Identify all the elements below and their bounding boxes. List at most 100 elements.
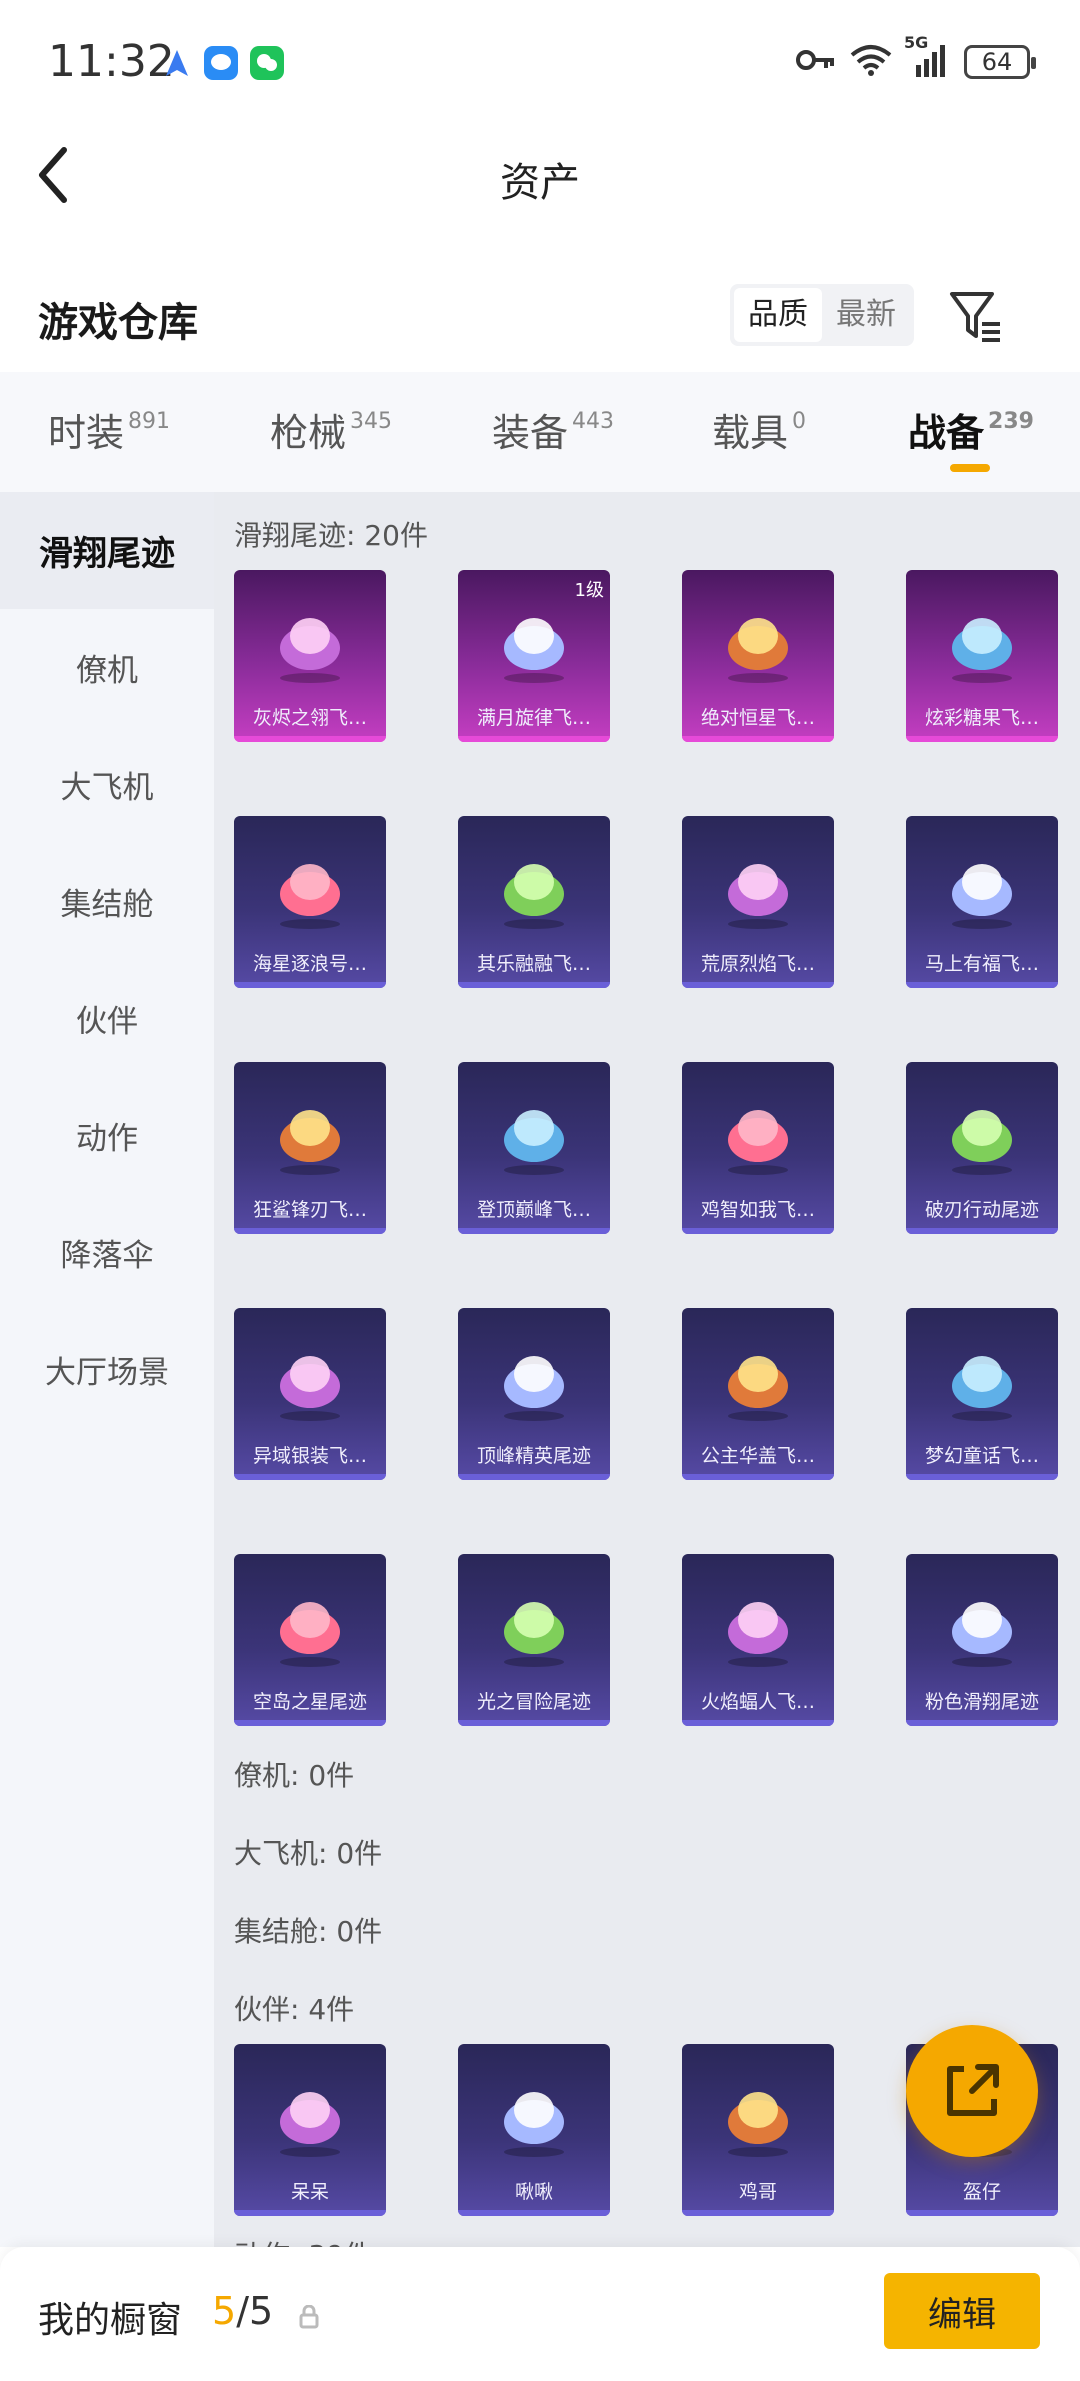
sidebar-item-big-plane[interactable]: 大飞机 — [0, 726, 214, 843]
rarity-bar — [906, 1474, 1058, 1480]
tab-label: 枪械 — [270, 411, 347, 455]
showcase-total: 5 — [249, 2289, 274, 2333]
glide-trail-item-card[interactable]: 荒原烈焰飞… — [682, 816, 834, 988]
item-name: 满月旋律飞… — [476, 707, 591, 729]
glide-trail-item-card[interactable]: 海星逐浪号… — [234, 816, 386, 988]
warehouse-title: 游戏仓库 — [38, 300, 198, 346]
warehouse-header: 游戏仓库 品质 最新 — [0, 270, 1080, 370]
item-thumbnail — [932, 1572, 1032, 1672]
rarity-bar — [458, 1720, 610, 1726]
partner-item-card[interactable]: 呆呆 — [234, 2044, 386, 2216]
rarity-bar — [458, 982, 610, 988]
item-thumbnail — [260, 834, 360, 934]
rarity-bar — [682, 1720, 834, 1726]
rarity-bar — [906, 1720, 1058, 1726]
item-thumbnail — [484, 588, 584, 688]
glide-trail-item-card[interactable]: 空岛之星尾迹 — [234, 1554, 386, 1726]
network-type: 5G — [904, 33, 929, 52]
partner-item-card[interactable]: 鸡哥 — [682, 2044, 834, 2216]
rarity-bar — [906, 2210, 1058, 2216]
glide-trail-item-card[interactable]: 灰烬之翎飞… — [234, 570, 386, 742]
sidebar-item-glide-trail[interactable]: 滑翔尾迹 — [0, 492, 214, 609]
rarity-bar — [234, 1474, 386, 1480]
glide-trail-item-card[interactable]: 登顶巅峰飞… — [458, 1062, 610, 1234]
section-label-wingman: 僚机: 0件 — [234, 1759, 355, 1792]
edit-button[interactable]: 编辑 — [884, 2273, 1040, 2349]
sidebar-item-parachute[interactable]: 降落伞 — [0, 1194, 214, 1311]
sidebar-item-rally-pod[interactable]: 集结舱 — [0, 843, 214, 960]
sort-newest-button[interactable]: 最新 — [822, 288, 910, 342]
filter-button[interactable] — [948, 288, 1004, 346]
section-label-glide-trail: 滑翔尾迹: 20件 — [234, 519, 428, 552]
item-name: 粉色滑翔尾迹 — [924, 1691, 1039, 1713]
tab-battle-gear[interactable]: 战备 239 — [908, 402, 1034, 457]
navigation-app-icon — [160, 46, 194, 80]
item-name: 啾啾 — [514, 2181, 553, 2203]
rarity-bar — [234, 736, 386, 742]
tab-label: 战备 — [908, 411, 985, 455]
status-time: 11:32 — [48, 36, 175, 87]
glide-trail-item-card[interactable]: 破刃行动尾迹 — [906, 1062, 1058, 1234]
glide-trail-item-card[interactable]: 公主华盖飞… — [682, 1308, 834, 1480]
rarity-bar — [682, 2210, 834, 2216]
glide-trail-item-card[interactable]: 绝对恒星飞… — [682, 570, 834, 742]
sidebar-item-action[interactable]: 动作 — [0, 1077, 214, 1194]
status-bar: 11:32 5G 64 — [0, 0, 1080, 120]
sidebar-item-partner[interactable]: 伙伴 — [0, 960, 214, 1077]
glide-trail-item-card[interactable]: 狂鲨锋刃飞… — [234, 1062, 386, 1234]
level-badge: 1级 — [574, 580, 604, 601]
item-thumbnail — [932, 1326, 1032, 1426]
rarity-bar — [234, 982, 386, 988]
item-name: 马上有福飞… — [924, 953, 1039, 975]
message-app-icon — [204, 46, 238, 80]
sort-quality-button[interactable]: 品质 — [734, 288, 822, 342]
sidebar-item-wingman[interactable]: 僚机 — [0, 609, 214, 726]
rarity-bar — [234, 1720, 386, 1726]
rarity-bar — [682, 982, 834, 988]
page-title: 资产 — [500, 160, 580, 206]
share-fab-button[interactable] — [906, 2025, 1038, 2157]
sidebar-item-lobby-scene[interactable]: 大厅场景 — [0, 1311, 214, 1428]
item-thumbnail — [932, 1080, 1032, 1180]
tab-equipment[interactable]: 装备 443 — [492, 402, 614, 457]
glide-trail-item-card[interactable]: 顶峰精英尾迹 — [458, 1308, 610, 1480]
glide-trail-item-card[interactable]: 鸡智如我飞… — [682, 1062, 834, 1234]
showcase-separator: / — [236, 2289, 249, 2333]
tab-label: 时装 — [48, 411, 125, 455]
rarity-bar — [906, 982, 1058, 988]
item-name: 空岛之星尾迹 — [252, 1691, 367, 1713]
glide-trail-item-card[interactable]: 炫彩糖果飞… — [906, 570, 1058, 742]
glide-trail-item-card[interactable]: 其乐融融飞… — [458, 816, 610, 988]
glide-trail-item-card[interactable]: 异域银装飞… — [234, 1308, 386, 1480]
item-name: 灰烬之翎飞… — [252, 707, 367, 729]
item-thumbnail — [708, 1326, 808, 1426]
item-name: 公主华盖飞… — [700, 1445, 815, 1467]
tab-guns[interactable]: 枪械 345 — [270, 402, 392, 457]
showcase-label: 我的橱窗 — [38, 2300, 183, 2341]
tab-count: 239 — [988, 409, 1034, 434]
partner-item-card[interactable]: 啾啾 — [458, 2044, 610, 2216]
tab-vehicles[interactable]: 载具 0 — [712, 402, 806, 457]
rarity-bar — [682, 1474, 834, 1480]
item-name: 狂鲨锋刃飞… — [252, 1199, 367, 1221]
item-name: 鸡智如我飞… — [700, 1199, 815, 1221]
glide-trail-item-card[interactable]: 光之冒险尾迹 — [458, 1554, 610, 1726]
item-thumbnail — [708, 834, 808, 934]
showcase-count: 5/5 — [212, 2289, 273, 2333]
item-thumbnail — [708, 588, 808, 688]
glide-trail-item-card[interactable]: 1级满月旋律飞… — [458, 570, 610, 742]
tab-fashion[interactable]: 时装 891 — [48, 402, 170, 457]
glide-trail-item-card[interactable]: 马上有福飞… — [906, 816, 1058, 988]
glide-trail-item-card[interactable]: 火焰蝠人飞… — [682, 1554, 834, 1726]
glide-trail-item-card[interactable]: 粉色滑翔尾迹 — [906, 1554, 1058, 1726]
wifi-icon — [850, 43, 892, 81]
item-name: 梦幻童话飞… — [924, 1445, 1039, 1467]
glide-trail-item-card[interactable]: 梦幻童话飞… — [906, 1308, 1058, 1480]
item-thumbnail — [260, 2062, 360, 2162]
item-name: 光之冒险尾迹 — [476, 1691, 591, 1713]
rarity-bar — [682, 1228, 834, 1234]
wechat-app-icon — [250, 46, 284, 80]
section-label-partner: 伙伴: 4件 — [234, 1993, 355, 2026]
section-label-rally-pod: 集结舱: 0件 — [234, 1915, 383, 1948]
section-label-action: 动作: 39件 — [234, 2234, 372, 2247]
